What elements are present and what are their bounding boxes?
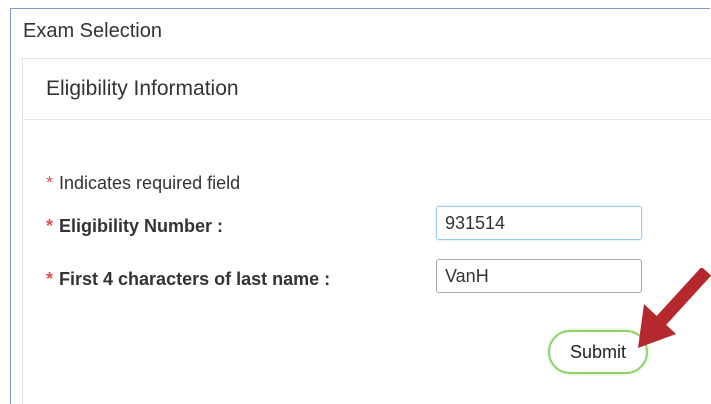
required-asterisk: * [46,216,54,236]
submit-button[interactable]: Submit [548,330,648,374]
required-asterisk: * [46,269,54,289]
eligibility-number-label: * Eligibility Number : [46,216,223,237]
eligibility-number-input[interactable] [436,206,642,240]
eligibility-number-label-text: Eligibility Number : [59,216,224,236]
required-asterisk: * [46,173,54,193]
last-name-label-text: First 4 characters of last name : [59,269,331,289]
panel-header: Eligibility Information [23,59,711,120]
last-name-label: * First 4 characters of last name : [46,269,330,290]
required-field-note: * Indicates required field [46,173,240,194]
arrow-pointing-to-submit-icon [638,268,711,348]
page-title: Exam Selection [23,20,162,42]
panel-title: Eligibility Information [46,77,239,100]
last-name-input[interactable] [436,259,642,293]
required-note-text: Indicates required field [59,173,241,193]
